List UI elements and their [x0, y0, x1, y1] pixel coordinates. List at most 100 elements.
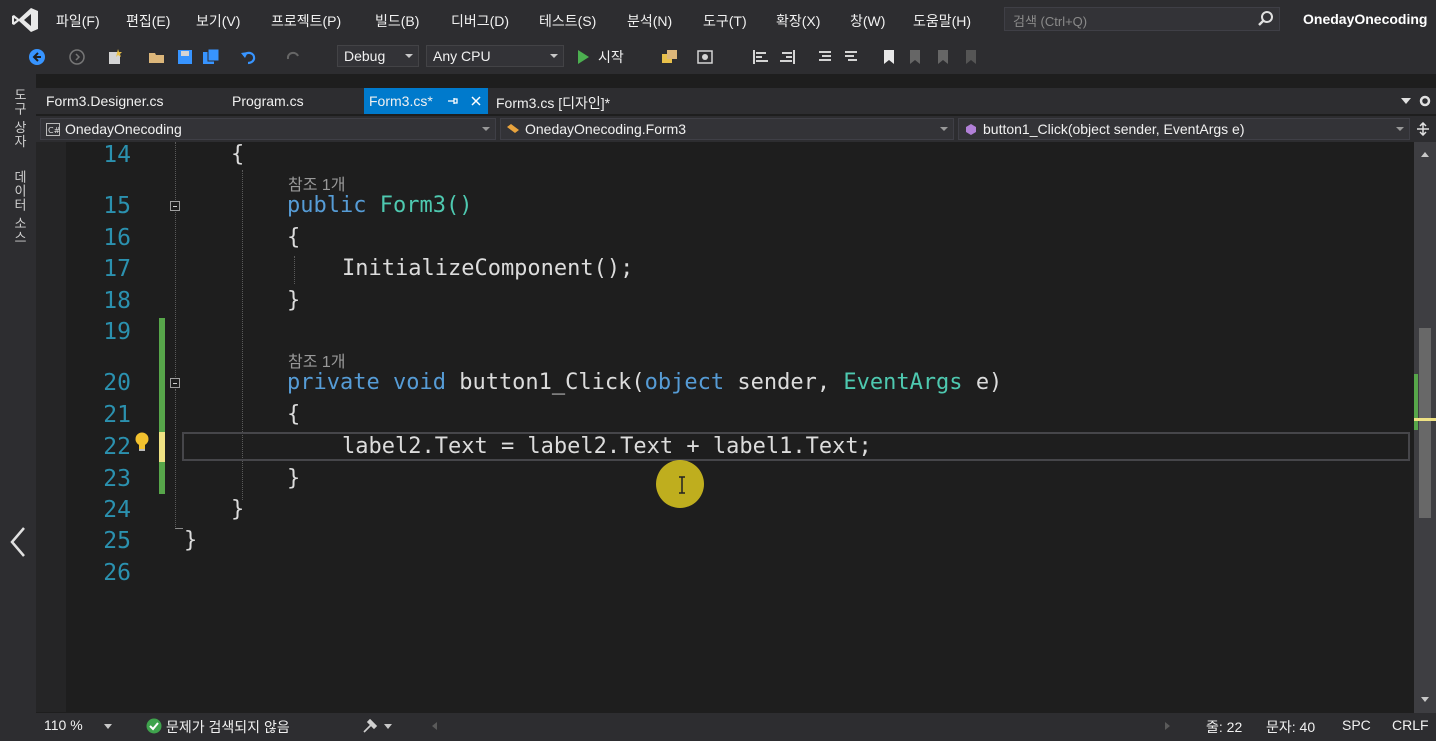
pin-icon[interactable]	[446, 95, 458, 107]
menu-test[interactable]: 테스트(S)	[539, 11, 596, 31]
chevron-down-icon	[940, 127, 948, 131]
line-number: 26	[103, 560, 131, 586]
forward-icon[interactable]	[68, 48, 86, 66]
member-dropdown[interactable]: button1_Click(object sender, EventArgs e…	[958, 118, 1410, 140]
menu-debug[interactable]: 디버그(D)	[451, 11, 509, 31]
line-number: 20	[103, 370, 131, 396]
chevron-down-icon[interactable]	[384, 724, 392, 730]
chevron-down-icon[interactable]	[104, 724, 112, 730]
codelens-references[interactable]: 참조 1개	[288, 171, 346, 195]
start-button-label[interactable]: 시작	[598, 47, 624, 67]
line-number: 16	[103, 225, 131, 251]
collapse-toggle-icon[interactable]	[170, 378, 180, 388]
line-number: 24	[103, 497, 131, 523]
settings-gear-icon[interactable]	[1418, 94, 1432, 108]
line-indicator[interactable]: 줄: 22	[1206, 717, 1242, 737]
zoom-level[interactable]: 110 %	[44, 717, 83, 733]
tab-program-cs[interactable]: Program.cs	[222, 88, 352, 114]
tab-label: Form3.Designer.cs	[46, 93, 164, 109]
screenshot-icon[interactable]	[696, 48, 714, 66]
scrollbar-thumb[interactable]	[1419, 328, 1431, 518]
split-window-icon[interactable]	[1416, 122, 1430, 136]
platform-dropdown[interactable]: Any CPU	[426, 45, 564, 67]
align-left-icon[interactable]	[752, 48, 770, 66]
side-panel-strip: 도구 상자 데이터 소스	[0, 74, 36, 714]
scroll-up-icon[interactable]	[1420, 150, 1430, 158]
chevron-down-icon	[482, 127, 490, 131]
project-dropdown-value: OnedayOnecoding	[65, 121, 182, 137]
change-indicator-saved	[159, 318, 165, 494]
next-bookmark-icon[interactable]	[934, 48, 952, 66]
line-ending-indicator[interactable]: CRLF	[1392, 717, 1429, 733]
collapse-toggle-icon[interactable]	[170, 201, 180, 211]
menu-build[interactable]: 빌드(B)	[375, 11, 419, 31]
method-name-token: button1_Click(	[459, 370, 645, 395]
tab-form3-design[interactable]: Form3.cs [디자인]*	[490, 88, 660, 114]
toolbar: Debug Any CPU	[0, 40, 1436, 74]
menu-view[interactable]: 보기(V)	[196, 11, 240, 31]
code-line-18: }	[287, 288, 301, 313]
indent-guide	[294, 256, 295, 284]
browser-link-icon[interactable]	[660, 48, 678, 66]
align-right-icon[interactable]	[778, 48, 796, 66]
lightbulb-icon[interactable]	[133, 431, 151, 453]
visual-studio-logo-icon[interactable]	[10, 6, 40, 34]
scroll-down-icon[interactable]	[1420, 696, 1430, 704]
open-file-icon[interactable]	[148, 48, 166, 66]
outline-line	[175, 389, 176, 529]
search-icon[interactable]	[1257, 10, 1275, 28]
class-dropdown[interactable]: OnedayOnecoding.Form3	[500, 118, 954, 140]
data-sources-tab[interactable]: 데이터 소스	[10, 170, 29, 245]
undo-icon[interactable]	[240, 48, 258, 66]
column-indicator[interactable]: 문자: 40	[1266, 717, 1315, 737]
bookmark-icon[interactable]	[880, 48, 898, 66]
chevron-down-icon	[1396, 127, 1404, 131]
line-number: 19	[103, 319, 131, 345]
start-play-icon[interactable]	[574, 48, 592, 66]
codelens-references[interactable]: 참조 1개	[288, 348, 346, 372]
tab-form3-cs[interactable]: Form3.cs*	[364, 88, 488, 114]
redo-icon[interactable]	[284, 48, 302, 66]
close-icon[interactable]	[470, 95, 482, 107]
project-dropdown[interactable]: C# OnedayOnecoding	[40, 118, 496, 140]
new-project-icon[interactable]	[106, 48, 124, 66]
scroll-right-icon[interactable]	[1164, 721, 1172, 731]
change-indicator-unsaved	[159, 432, 165, 462]
code-line-17: InitializeComponent();	[342, 256, 634, 281]
chevron-left-icon[interactable]	[8, 526, 28, 558]
search-input[interactable]: 검색 (Ctrl+Q)	[1013, 11, 1087, 30]
clear-bookmarks-icon[interactable]	[962, 48, 980, 66]
menu-edit[interactable]: 편집(E)	[126, 11, 170, 31]
menu-analyze[interactable]: 분석(N)	[627, 11, 672, 31]
code-editor[interactable]	[36, 142, 1416, 712]
issues-status[interactable]: 문제가 검색되지 않음	[166, 717, 290, 737]
menu-file[interactable]: 파일(F)	[56, 11, 100, 31]
code-cleanup-icon[interactable]	[362, 718, 380, 734]
comment-out-icon[interactable]	[816, 48, 834, 66]
back-icon[interactable]	[28, 48, 46, 66]
menu-project[interactable]: 프로젝트(P)	[271, 11, 341, 31]
tab-list-dropdown-icon[interactable]	[1400, 96, 1412, 106]
menu-help[interactable]: 도움말(H)	[913, 11, 971, 31]
save-icon[interactable]	[176, 48, 194, 66]
prev-bookmark-icon[interactable]	[906, 48, 924, 66]
outline-end	[175, 528, 183, 529]
line-number: 17	[103, 256, 131, 282]
check-circle-icon	[146, 718, 162, 734]
vertical-scrollbar[interactable]	[1414, 142, 1436, 714]
editor-status-bar: 110 % 문제가 검색되지 않음 줄: 22 문자: 40 SPC CRLF	[0, 713, 1436, 741]
menu-window[interactable]: 창(W)	[850, 11, 885, 31]
toolbox-tab[interactable]: 도구 상자	[10, 88, 29, 149]
save-all-icon[interactable]	[202, 48, 220, 66]
solution-name: OnedayOnecoding	[1303, 11, 1428, 27]
tab-form3-designer-cs[interactable]: Form3.Designer.cs	[36, 88, 216, 114]
scroll-change-marker	[1414, 374, 1418, 430]
menu-extensions[interactable]: 확장(X)	[776, 11, 820, 31]
whitespace-indicator[interactable]: SPC	[1342, 717, 1371, 733]
menu-tools[interactable]: 도구(T)	[703, 11, 747, 31]
config-dropdown[interactable]: Debug	[337, 45, 419, 67]
search-box[interactable]: 검색 (Ctrl+Q)	[1004, 7, 1280, 31]
uncomment-icon[interactable]	[842, 48, 860, 66]
scroll-left-icon[interactable]	[430, 721, 438, 731]
keyword-token: void	[392, 370, 446, 395]
